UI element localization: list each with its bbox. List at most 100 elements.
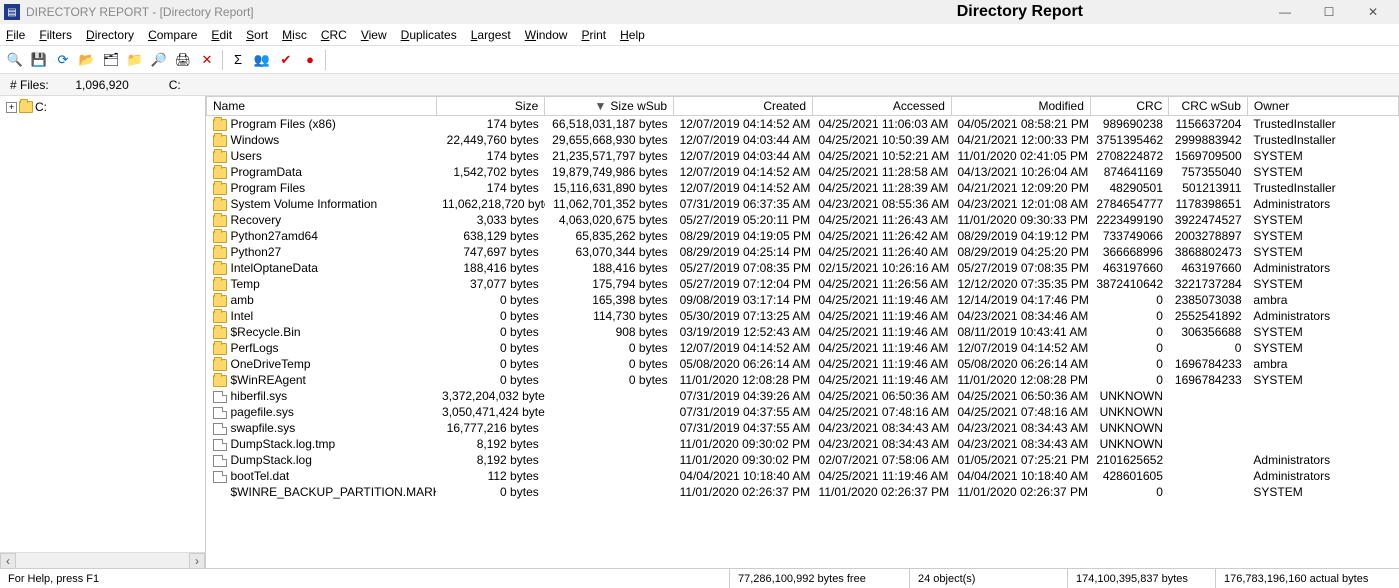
cell-modified: 04/23/2021 08:34:46 AM [951, 308, 1090, 324]
save-icon[interactable]: 💾 [28, 49, 50, 71]
print-icon[interactable]: 🖨 [172, 49, 194, 71]
cell-name: DumpStack.log [207, 452, 437, 468]
table-row[interactable]: Intel0 bytes114,730 bytes05/30/2019 07:1… [207, 308, 1399, 324]
table-row[interactable]: OneDriveTemp0 bytes0 bytes05/08/2020 06:… [207, 356, 1399, 372]
table-row[interactable]: Users174 bytes21,235,571,797 bytes12/07/… [207, 148, 1399, 164]
column-header-crc[interactable]: CRC [1090, 97, 1169, 116]
sigma-icon[interactable]: Σ [227, 49, 249, 71]
menu-window[interactable]: Window [525, 28, 568, 42]
cell-owner: SYSTEM [1247, 228, 1398, 244]
cell-crc: 2223499190 [1090, 212, 1169, 228]
expand-icon[interactable]: + [6, 102, 17, 113]
horizontal-scrollbar[interactable]: ‹ › [0, 552, 205, 568]
cell-sizewsub: 63,070,344 bytes [545, 244, 674, 260]
table-row[interactable]: amb0 bytes165,398 bytes09/08/2019 03:17:… [207, 292, 1399, 308]
cell-accessed: 02/15/2021 10:26:16 AM [813, 260, 952, 276]
record-icon[interactable]: ● [299, 49, 321, 71]
table-row[interactable]: $WINRE_BACKUP_PARTITION.MARKER0 bytes11/… [207, 484, 1399, 500]
table-row[interactable]: Python27amd64638,129 bytes65,835,262 byt… [207, 228, 1399, 244]
scroll-right-icon[interactable]: › [189, 553, 205, 568]
table-row[interactable]: Recovery3,033 bytes4,063,020,675 bytes05… [207, 212, 1399, 228]
cell-sizewsub: 11,062,701,352 bytes [545, 196, 674, 212]
menu-view[interactable]: View [361, 28, 387, 42]
column-header-created[interactable]: Created [674, 97, 813, 116]
cell-name: swapfile.sys [207, 420, 437, 436]
folder-tree-icon[interactable]: 🗂 [100, 49, 122, 71]
status-bytes: 174,100,395,837 bytes [1068, 569, 1216, 588]
table-row[interactable]: swapfile.sys16,777,216 bytes07/31/2019 0… [207, 420, 1399, 436]
table-row[interactable]: IntelOptaneData188,416 bytes188,416 byte… [207, 260, 1399, 276]
cell-modified: 04/25/2021 06:50:36 AM [951, 388, 1090, 404]
table-row[interactable]: ProgramData1,542,702 bytes19,879,749,986… [207, 164, 1399, 180]
column-header-owner[interactable]: Owner [1247, 97, 1398, 116]
table-row[interactable]: Program Files174 bytes15,116,631,890 byt… [207, 180, 1399, 196]
tree-node-c-drive[interactable]: + C: [6, 100, 199, 114]
cell-crc: 366668996 [1090, 244, 1169, 260]
cell-size: 0 bytes [436, 372, 545, 388]
cell-sizewsub [545, 420, 674, 436]
status-free: 77,286,100,992 bytes free [730, 569, 910, 588]
status-objects: 24 object(s) [910, 569, 1068, 588]
table-row[interactable]: Python27747,697 bytes63,070,344 bytes08/… [207, 244, 1399, 260]
column-header-modified[interactable]: Modified [951, 97, 1090, 116]
table-row[interactable]: hiberfil.sys3,372,204,032 bytes07/31/201… [207, 388, 1399, 404]
toolbar: 🔍💾⟳📂🗂📁🔎🖨✕ Σ👥✔● [0, 46, 1399, 74]
table-row[interactable]: $WinREAgent0 bytes0 bytes11/01/2020 12:0… [207, 372, 1399, 388]
table-row[interactable]: System Volume Information11,062,218,720 … [207, 196, 1399, 212]
people-icon[interactable]: 👥 [251, 49, 273, 71]
table-row[interactable]: Program Files (x86)174 bytes66,518,031,1… [207, 116, 1399, 133]
check-icon[interactable]: ✔ [275, 49, 297, 71]
column-header-name[interactable]: Name [207, 97, 437, 116]
menu-sort[interactable]: Sort [246, 28, 268, 42]
menu-edit[interactable]: Edit [211, 28, 232, 42]
menu-compare[interactable]: Compare [148, 28, 197, 42]
cell-modified: 11/01/2020 02:26:37 PM [951, 484, 1090, 500]
minimize-button[interactable]: — [1263, 0, 1307, 24]
cell-modified: 12/14/2019 04:17:46 PM [951, 292, 1090, 308]
table-row[interactable]: $Recycle.Bin0 bytes908 bytes03/19/2019 1… [207, 324, 1399, 340]
table-row[interactable]: DumpStack.log8,192 bytes11/01/2020 09:30… [207, 452, 1399, 468]
cell-sizewsub [545, 404, 674, 420]
folder-icon [213, 167, 227, 179]
search-icon[interactable]: 🔎 [148, 49, 170, 71]
cell-owner: ambra [1247, 292, 1398, 308]
menu-directory[interactable]: Directory [86, 28, 134, 42]
table-row[interactable]: bootTel.dat112 bytes04/04/2021 10:18:40 … [207, 468, 1399, 484]
cell-modified: 04/04/2021 10:18:40 AM [951, 468, 1090, 484]
cell-sizewsub: 0 bytes [545, 340, 674, 356]
table-row[interactable]: Windows22,449,760 bytes29,655,668,930 by… [207, 132, 1399, 148]
table-row[interactable]: Temp37,077 bytes175,794 bytes05/27/2019 … [207, 276, 1399, 292]
folder-open2-icon[interactable]: 📁 [124, 49, 146, 71]
menu-filters[interactable]: Filters [39, 28, 72, 42]
menu-file[interactable]: File [6, 28, 25, 42]
column-header-sizewsub[interactable]: ▼Size wSub [545, 97, 674, 116]
menu-largest[interactable]: Largest [471, 28, 511, 42]
menu-crc[interactable]: CRC [321, 28, 347, 42]
table-row[interactable]: DumpStack.log.tmp8,192 bytes11/01/2020 0… [207, 436, 1399, 452]
binoculars-icon[interactable]: 🔍 [4, 49, 26, 71]
scroll-left-icon[interactable]: ‹ [0, 553, 16, 568]
column-header-accessed[interactable]: Accessed [813, 97, 952, 116]
open-folder-icon[interactable]: 📂 [76, 49, 98, 71]
menu-misc[interactable]: Misc [282, 28, 307, 42]
cell-accessed: 04/25/2021 11:28:39 AM [813, 180, 952, 196]
column-label: CRC [1136, 99, 1162, 113]
menu-print[interactable]: Print [581, 28, 606, 42]
menu-duplicates[interactable]: Duplicates [401, 28, 457, 42]
file-icon [213, 471, 227, 483]
file-icon [213, 455, 227, 467]
cell-name: Python27 [207, 244, 437, 260]
maximize-button[interactable]: ☐ [1307, 0, 1351, 24]
cell-crc: UNKNOWN [1090, 388, 1169, 404]
delete-icon[interactable]: ✕ [196, 49, 218, 71]
close-button[interactable]: ✕ [1351, 0, 1395, 24]
column-header-crcwsub[interactable]: CRC wSub [1169, 97, 1248, 116]
table-row[interactable]: PerfLogs0 bytes0 bytes12/07/2019 04:14:5… [207, 340, 1399, 356]
refresh-icon[interactable]: ⟳ [52, 49, 74, 71]
cell-size: 174 bytes [436, 116, 545, 133]
table-row[interactable]: pagefile.sys3,050,471,424 bytes07/31/201… [207, 404, 1399, 420]
cell-created: 05/08/2020 06:26:14 AM [674, 356, 813, 372]
column-header-size[interactable]: Size [436, 97, 545, 116]
menu-help[interactable]: Help [620, 28, 645, 42]
cell-crcwsub: 463197660 [1169, 260, 1248, 276]
